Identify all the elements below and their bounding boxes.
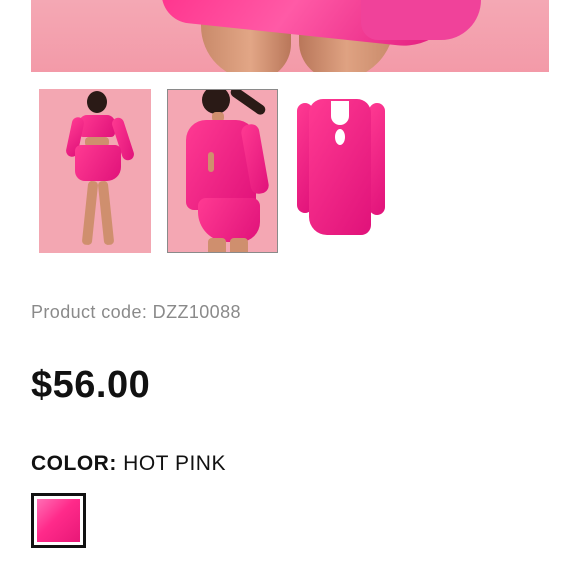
thumbnail-gallery (39, 89, 419, 255)
color-swatch-hot-pink[interactable] (31, 493, 86, 548)
skirt (198, 198, 260, 242)
hero-skirt-fold (361, 0, 481, 40)
ponytail (228, 90, 268, 117)
neckline (331, 101, 349, 125)
leg-right (97, 180, 115, 246)
sleeve-right (369, 103, 385, 215)
thumbnail-flat-view[interactable] (295, 89, 407, 253)
model-head (87, 91, 107, 113)
swatch-color-fill (37, 499, 80, 542)
leg-left (81, 180, 99, 246)
main-product-image[interactable] (31, 0, 549, 72)
product-page: Product code: DZZ10088 $56.00 COLOR: HOT… (0, 0, 580, 580)
front-cutout (335, 129, 345, 145)
model-head (202, 90, 230, 114)
thumbnail-front-view[interactable] (39, 89, 151, 253)
crop-top (79, 115, 115, 137)
thumbnail-back-view[interactable] (167, 89, 278, 253)
skirt (75, 145, 121, 181)
leg-left (208, 238, 226, 252)
leg-right (230, 238, 248, 252)
color-selection-label: COLOR: HOT PINK (31, 452, 226, 476)
color-label: COLOR: (31, 452, 117, 475)
back-cutout (208, 152, 214, 172)
product-price: $56.00 (31, 364, 151, 406)
color-value: HOT PINK (123, 452, 226, 475)
product-code: Product code: DZZ10088 (31, 302, 241, 322)
